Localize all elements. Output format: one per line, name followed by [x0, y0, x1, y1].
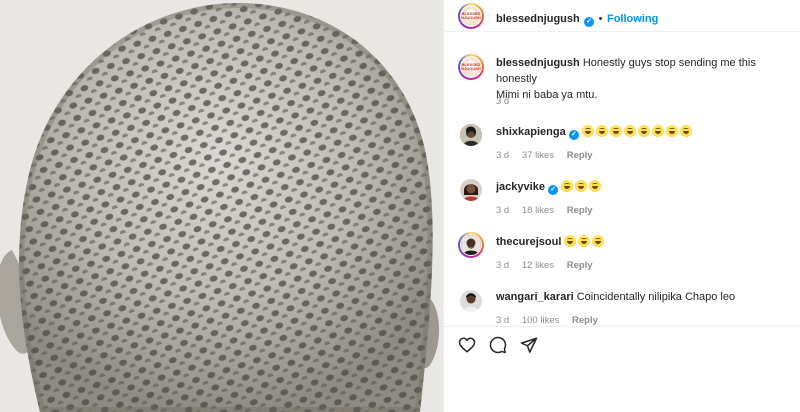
laughing-emoji-icon: [564, 235, 577, 247]
commenter-avatar[interactable]: [460, 124, 482, 146]
post-action-bar: [444, 326, 800, 362]
heart-icon[interactable]: [458, 336, 476, 354]
commenter-username[interactable]: jackyvike: [496, 181, 545, 193]
laughing-emoji-icon: [637, 125, 650, 137]
comment-item: shixkapienga ✓ 3 d 37 likes Reply: [444, 122, 800, 166]
post-side-panel: BLESSED NJUGUSH blessednjugush ✓ • Follo…: [443, 0, 800, 412]
comment-text: Coincidentally nilipika Chapo leo: [576, 291, 736, 303]
comment-item: jackyvike ✓ 3 d 18 likes Reply: [444, 177, 800, 221]
post-caption: BLESSED NJUGUSH blessednjugush Honestly …: [444, 52, 800, 112]
laughing-emoji-icon: [581, 125, 594, 137]
laughing-emoji-icon: [575, 180, 588, 192]
commenter-avatar[interactable]: [458, 232, 484, 258]
caption-timestamp[interactable]: 3 d: [496, 96, 509, 107]
emoji-row: [581, 125, 694, 138]
caption-username[interactable]: blessednjugush: [496, 57, 580, 69]
caption-author-avatar[interactable]: BLESSED NJUGUSH: [458, 54, 484, 80]
header-separator: •: [598, 13, 603, 25]
caption-author-logo: BLESSED NJUGUSH: [461, 57, 481, 77]
comment-likes[interactable]: 12 likes: [522, 260, 554, 271]
commenter-avatar[interactable]: [460, 179, 482, 201]
laughing-emoji-icon: [665, 125, 678, 137]
verified-badge-icon: ✓: [548, 185, 558, 195]
emoji-row: [564, 235, 606, 248]
comment-meta: 3 d 12 likes Reply: [496, 260, 603, 271]
emoji-row: [561, 180, 603, 193]
laughing-emoji-icon: [561, 180, 574, 192]
comment-timestamp[interactable]: 3 d: [496, 260, 509, 271]
laughing-emoji-icon: [578, 235, 591, 247]
laughing-emoji-icon: [623, 125, 636, 137]
send-paper-plane-icon[interactable]: [520, 336, 538, 354]
comment-meta: 3 d 100 likes Reply: [496, 315, 608, 326]
following-button[interactable]: Following: [607, 13, 658, 25]
comment-likes[interactable]: 100 likes: [522, 315, 560, 326]
comment-bubble-icon[interactable]: [489, 336, 507, 354]
post-header: BLESSED NJUGUSH blessednjugush ✓ • Follo…: [444, 0, 800, 32]
comment-item: thecurejsoul 3 d 12 likes Reply: [444, 232, 800, 276]
commenter-username[interactable]: thecurejsoul: [496, 236, 561, 248]
comment-likes[interactable]: 18 likes: [522, 205, 554, 216]
author-username[interactable]: blessednjugush: [496, 13, 580, 25]
post-image[interactable]: [0, 0, 443, 412]
comment-timestamp[interactable]: 3 d: [496, 205, 509, 216]
caption-meta: 3 d: [496, 96, 519, 107]
reply-button[interactable]: Reply: [567, 205, 593, 216]
comment-timestamp[interactable]: 3 d: [496, 150, 509, 161]
commenter-avatar[interactable]: [460, 290, 482, 312]
reply-button[interactable]: Reply: [567, 150, 593, 161]
post-photo-head: [0, 0, 443, 412]
comment-meta: 3 d 18 likes Reply: [496, 205, 603, 216]
reply-button[interactable]: Reply: [567, 260, 593, 271]
comment-meta: 3 d 37 likes Reply: [496, 150, 603, 161]
comment-timestamp[interactable]: 3 d: [496, 315, 509, 326]
commenter-username[interactable]: wangari_karari: [496, 291, 574, 303]
reply-button[interactable]: Reply: [572, 315, 598, 326]
laughing-emoji-icon: [589, 180, 602, 192]
laughing-emoji-icon: [679, 125, 692, 137]
author-avatar[interactable]: BLESSED NJUGUSH: [458, 3, 484, 29]
commenter-username[interactable]: shixkapienga: [496, 126, 566, 138]
verified-badge-icon: ✓: [584, 17, 595, 27]
laughing-emoji-icon: [651, 125, 664, 137]
author-logo: BLESSED NJUGUSH: [461, 6, 481, 26]
laughing-emoji-icon: [609, 125, 622, 137]
comment-likes[interactable]: 37 likes: [522, 150, 554, 161]
verified-badge-icon: ✓: [568, 130, 579, 140]
laughing-emoji-icon: [592, 235, 605, 247]
laughing-emoji-icon: [595, 125, 608, 137]
